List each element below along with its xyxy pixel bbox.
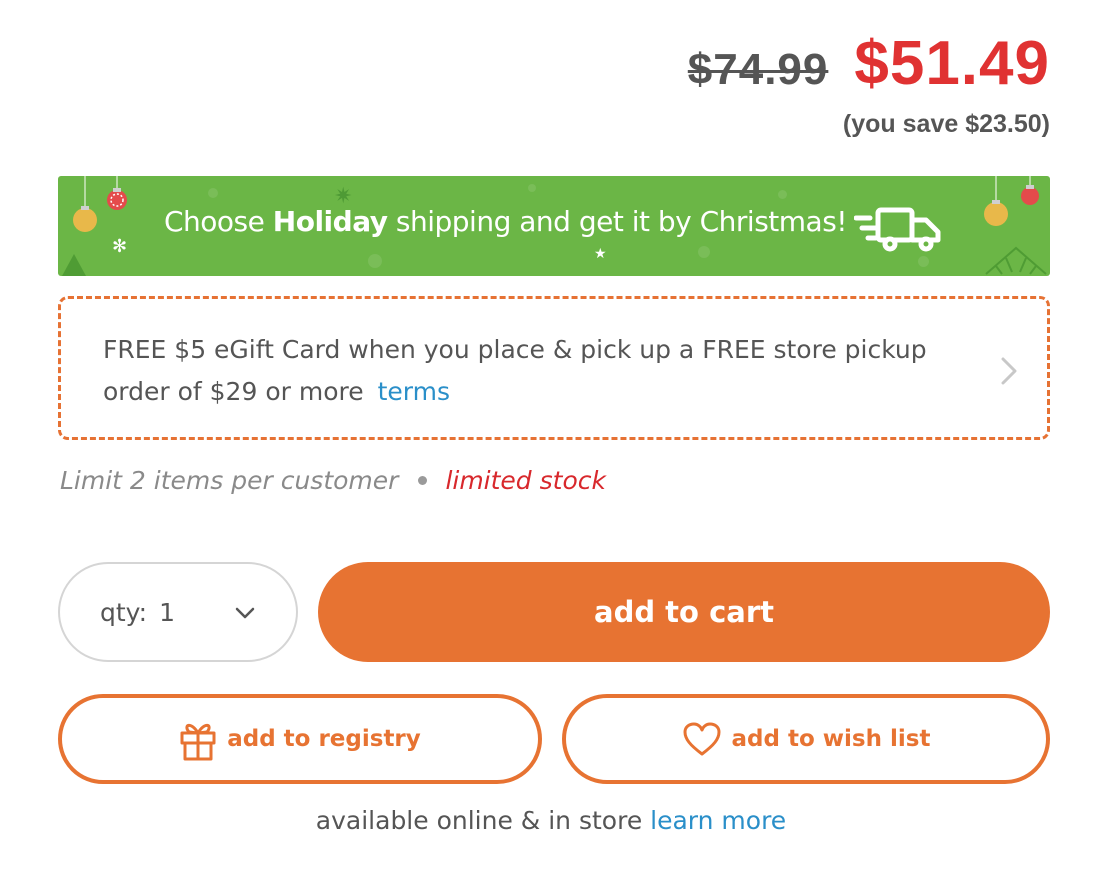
delivery-truck-icon [854, 207, 941, 252]
ornament-icon [984, 176, 1039, 226]
holiday-shipping-banner[interactable]: ✻ ✷ ★ Choose Holiday shipping and get it… [58, 176, 1050, 276]
add-to-registry-label: add to registry [227, 726, 421, 752]
banner-decoration [698, 246, 710, 258]
snowflake-icon: ✻ [112, 236, 128, 257]
availability-text: available online & in store [315, 806, 651, 835]
terms-link[interactable]: terms [378, 377, 450, 406]
stock-status: limited stock [445, 466, 606, 495]
banner-decoration [528, 184, 536, 192]
qty-value: 1 [159, 597, 175, 627]
egift-card-promo[interactable]: FREE $5 eGift Card when you place & pick… [58, 296, 1050, 440]
qty-label: qty: [100, 597, 148, 627]
sale-price: $51.49 [854, 29, 1050, 98]
add-to-wish-list-button[interactable]: add to wish list [562, 694, 1050, 784]
gift-icon [180, 723, 216, 761]
banner-decoration [368, 254, 382, 268]
promo-text: FREE $5 eGift Card when you place & pick… [103, 335, 927, 406]
heart-icon [683, 722, 721, 756]
add-to-cart-button[interactable]: add to cart [318, 562, 1050, 662]
banner-decoration [918, 256, 929, 267]
holiday-text-highlight: Holiday [272, 205, 388, 238]
star-icon: ★ [594, 246, 607, 262]
ornament-icon [73, 176, 127, 232]
add-to-registry-button[interactable]: add to registry [58, 694, 542, 784]
banner-decoration [778, 190, 787, 199]
holiday-text-prefix: Choose [164, 205, 273, 238]
availability-info: available online & in store learn more [0, 806, 1102, 835]
purchase-limit-row: Limit 2 items per customer limited stock [60, 466, 606, 495]
holiday-text-suffix: shipping and get it by Christmas! [387, 205, 848, 238]
limit-text: Limit 2 items per customer [60, 466, 399, 495]
learn-more-link[interactable]: learn more [650, 806, 786, 835]
chevron-right-icon [1001, 357, 1017, 385]
price-row: $74.99 $51.49 [688, 28, 1050, 99]
leaf-icon [62, 254, 86, 276]
quantity-selector[interactable]: qty: 1 [58, 562, 298, 662]
chevron-down-icon [235, 607, 255, 619]
holiday-banner-text: Choose Holiday shipping and get it by Ch… [164, 205, 848, 238]
pine-branch-icon [985, 246, 1047, 275]
original-price: $74.99 [687, 45, 829, 94]
banner-decoration [208, 188, 218, 198]
separator-dot [418, 476, 428, 485]
savings-text: (you save $23.50) [842, 110, 1050, 138]
promo-message: FREE $5 eGift Card when you place & pick… [103, 329, 963, 413]
add-to-wish-list-label: add to wish list [731, 726, 931, 752]
